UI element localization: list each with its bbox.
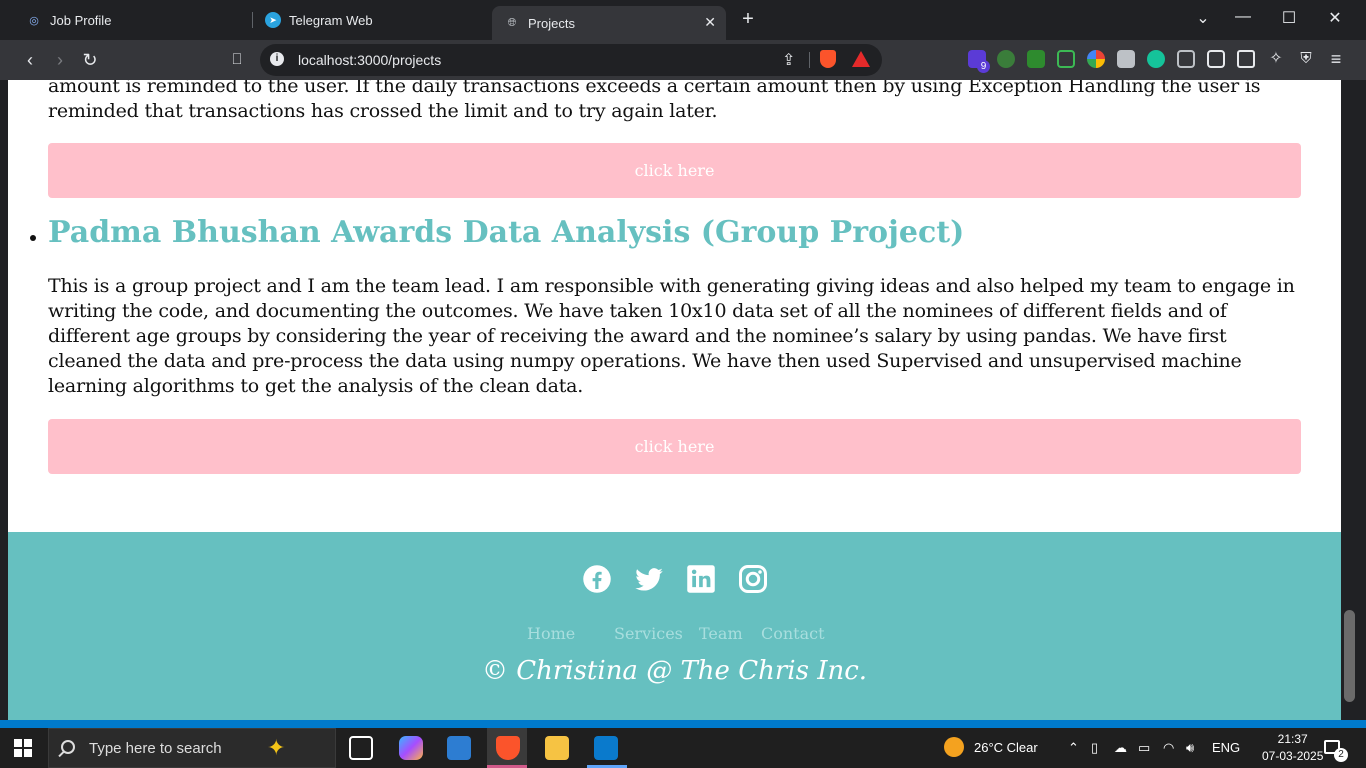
address-bar[interactable]: i localhost:3000/projects ⇪	[260, 44, 882, 76]
windows-taskbar: Type here to search ✦ 26°C Clear ⌃ ▯ ☁ ▭…	[0, 728, 1366, 768]
footer-link-services[interactable]: Services	[614, 624, 683, 643]
list-bullet	[30, 235, 36, 241]
language-indicator[interactable]: ENG	[1212, 740, 1240, 755]
scrollbar-thumb[interactable]	[1344, 610, 1355, 702]
task-view-icon[interactable]	[349, 736, 373, 760]
tray-cloud-icon[interactable]: ☁	[1114, 740, 1127, 756]
search-icon	[61, 740, 75, 754]
footer-copyright: © Christina @ The Chris Inc.	[481, 656, 868, 686]
reload-button[interactable]: ↻	[78, 48, 102, 72]
weather-text[interactable]: 26°C Clear	[974, 740, 1038, 755]
close-window-button[interactable]: ✕	[1325, 8, 1345, 28]
wallet-icon[interactable]	[1237, 50, 1255, 68]
brave-rewards-icon[interactable]	[852, 51, 870, 67]
tray-device-icon[interactable]: ▯	[1091, 740, 1098, 756]
page-viewport: amount is reminded to the user. If the d…	[8, 80, 1341, 720]
microsoft-store-icon[interactable]	[447, 736, 471, 760]
tree-extension-icon[interactable]	[997, 50, 1015, 68]
weather-moon-icon[interactable]	[944, 737, 964, 757]
telegram-favicon-icon: ➤	[265, 12, 281, 28]
twitter-icon[interactable]	[634, 564, 664, 594]
extension-badge: 9	[977, 60, 990, 73]
back-button[interactable]: ‹	[18, 48, 42, 72]
sidebar-icon[interactable]	[1207, 50, 1225, 68]
click-here-button[interactable]: click here	[48, 143, 1301, 198]
copilot-icon[interactable]	[399, 736, 423, 760]
window-frame-right	[1358, 80, 1366, 720]
bookmark-icon[interactable]: ⎕	[225, 48, 249, 72]
taskbar-clock[interactable]: 21:37 07-03-2025	[1262, 731, 1323, 765]
project-description-prev: amount is reminded to the user. If the d…	[48, 80, 1261, 122]
footer-link-team[interactable]: Team	[699, 624, 743, 643]
vscode-icon[interactable]	[594, 736, 618, 760]
browser-toolbar: ‹ › ↻ ⎕ i localhost:3000/projects ⇪ ✧ ⛨ …	[0, 40, 1366, 80]
leo-ai-icon[interactable]: ✧	[1267, 50, 1285, 68]
tab-telegram-web[interactable]: ➤ Telegram Web	[253, 6, 385, 34]
minimize-button[interactable]: —	[1233, 8, 1253, 26]
reading-list-icon[interactable]	[1117, 50, 1135, 68]
page-scrollbar[interactable]	[1341, 80, 1358, 720]
tab-label: Projects	[528, 15, 575, 31]
volume-icon[interactable]: 🔊︎	[1186, 740, 1194, 756]
site-footer: Home Services Team Contact © Christina @…	[8, 532, 1341, 720]
green-extension-icon[interactable]	[1027, 50, 1045, 68]
tab-job-profile[interactable]: ◎ Job Profile	[14, 6, 123, 34]
close-tab-icon[interactable]: ✕	[704, 14, 716, 31]
forward-button[interactable]: ›	[48, 48, 72, 72]
color-extension-icon[interactable]	[1087, 50, 1105, 68]
instagram-icon[interactable]	[738, 564, 768, 594]
grammarly-icon[interactable]	[1147, 50, 1165, 68]
browser-tabstrip: ◎ Job Profile ➤ Telegram Web 🌐︎ Projects…	[0, 0, 1366, 40]
url-text[interactable]: localhost:3000/projects	[298, 52, 441, 68]
notification-count-badge: 2	[1334, 748, 1348, 762]
tab-label: Telegram Web	[289, 12, 373, 28]
tab-search-chevron-icon[interactable]: ⌄	[1193, 8, 1213, 28]
footer-link-contact[interactable]: Contact	[761, 624, 825, 643]
search-highlight-icon: ✦	[267, 735, 286, 760]
project-title: Padma Bhushan Awards Data Analysis (Grou…	[48, 215, 965, 250]
tab-projects[interactable]: 🌐︎ Projects ✕	[492, 6, 726, 40]
battery-icon[interactable]: ▭	[1138, 740, 1150, 756]
tab-label: Job Profile	[50, 12, 112, 28]
share-icon[interactable]: ⇪	[782, 50, 795, 70]
clock-time: 21:37	[1277, 732, 1308, 746]
vpn-shield-icon[interactable]: ⛨	[1297, 50, 1315, 68]
file-explorer-icon[interactable]	[545, 736, 569, 760]
menu-icon[interactable]: ≡	[1327, 50, 1345, 68]
site-info-icon[interactable]: i	[270, 52, 284, 66]
project-description: This is a group project and I am the tea…	[48, 275, 1295, 397]
play-extension-icon[interactable]	[1057, 50, 1075, 68]
footer-link-home[interactable]: Home	[527, 624, 575, 643]
wifi-icon[interactable]: ◠	[1163, 740, 1174, 756]
taskbar-search-box[interactable]: Type here to search ✦	[48, 728, 336, 768]
job-profile-favicon-icon: ◎	[29, 14, 39, 27]
maximize-button[interactable]: ☐	[1279, 8, 1299, 28]
window-frame-left	[0, 80, 8, 720]
windows-start-icon[interactable]	[14, 739, 32, 757]
background-editor-statusbar	[0, 720, 1366, 728]
clock-date: 07-03-2025	[1262, 749, 1324, 763]
globe-favicon-icon: 🌐︎	[507, 16, 517, 29]
brave-shields-icon[interactable]	[820, 50, 836, 68]
new-tab-button[interactable]: +	[738, 8, 758, 31]
brave-browser-icon[interactable]	[496, 736, 520, 760]
search-placeholder[interactable]: Type here to search	[89, 740, 222, 757]
linkedin-icon[interactable]	[686, 564, 716, 594]
extensions-icon[interactable]	[1177, 50, 1195, 68]
facebook-icon[interactable]	[582, 564, 612, 594]
click-here-button[interactable]: click here	[48, 419, 1301, 474]
omnibox-divider	[809, 52, 810, 68]
show-hidden-icons-icon[interactable]: ⌃	[1068, 740, 1079, 756]
